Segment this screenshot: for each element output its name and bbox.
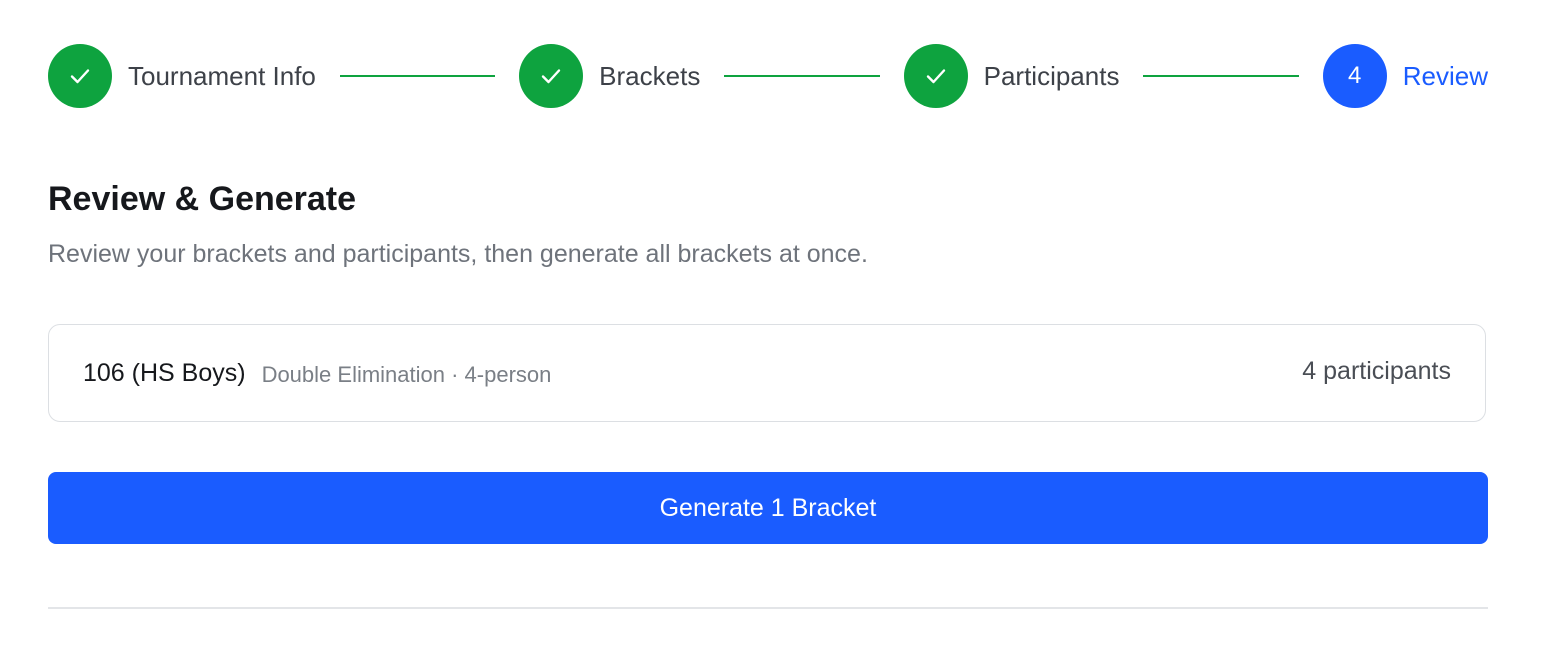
- check-icon: [541, 69, 561, 84]
- step-complete-indicator: [519, 44, 584, 108]
- step-tournament-info[interactable]: Tournament Info: [48, 44, 316, 108]
- page-title: Review & Generate: [48, 180, 357, 218]
- step-connector: [724, 75, 880, 77]
- step-complete-indicator: [903, 44, 968, 108]
- participant-count: 4 participants: [1302, 356, 1451, 385]
- step-review[interactable]: 4 Review: [1322, 44, 1488, 108]
- generate-brackets-button[interactable]: Generate 1 Bracket: [48, 472, 1488, 544]
- check-icon: [70, 69, 90, 84]
- step-active-indicator: 4: [1322, 44, 1387, 108]
- step-participants[interactable]: Participants: [903, 44, 1120, 108]
- check-icon: [926, 69, 945, 84]
- step-connector: [339, 75, 496, 77]
- step-brackets[interactable]: Brackets: [519, 44, 700, 108]
- bracket-name: 106 (HS Boys): [83, 358, 246, 387]
- step-label: Participants: [983, 60, 1120, 91]
- step-label: Brackets: [599, 60, 701, 91]
- step-label: Tournament Info: [128, 60, 316, 91]
- divider: [48, 607, 1488, 609]
- page-subtitle: Review your brackets and participants, t…: [48, 240, 868, 268]
- progress-stepper: Tournament Info Brackets Participants 4 …: [48, 44, 1488, 108]
- bracket-summary-card: 106 (HS Boys) Double Elimination · 4-per…: [48, 324, 1486, 422]
- step-connector: [1143, 75, 1299, 77]
- step-number: 4: [1348, 62, 1362, 89]
- step-complete-indicator: [48, 44, 112, 108]
- step-label: Review: [1402, 60, 1488, 91]
- bracket-format: Double Elimination · 4-person: [261, 362, 552, 387]
